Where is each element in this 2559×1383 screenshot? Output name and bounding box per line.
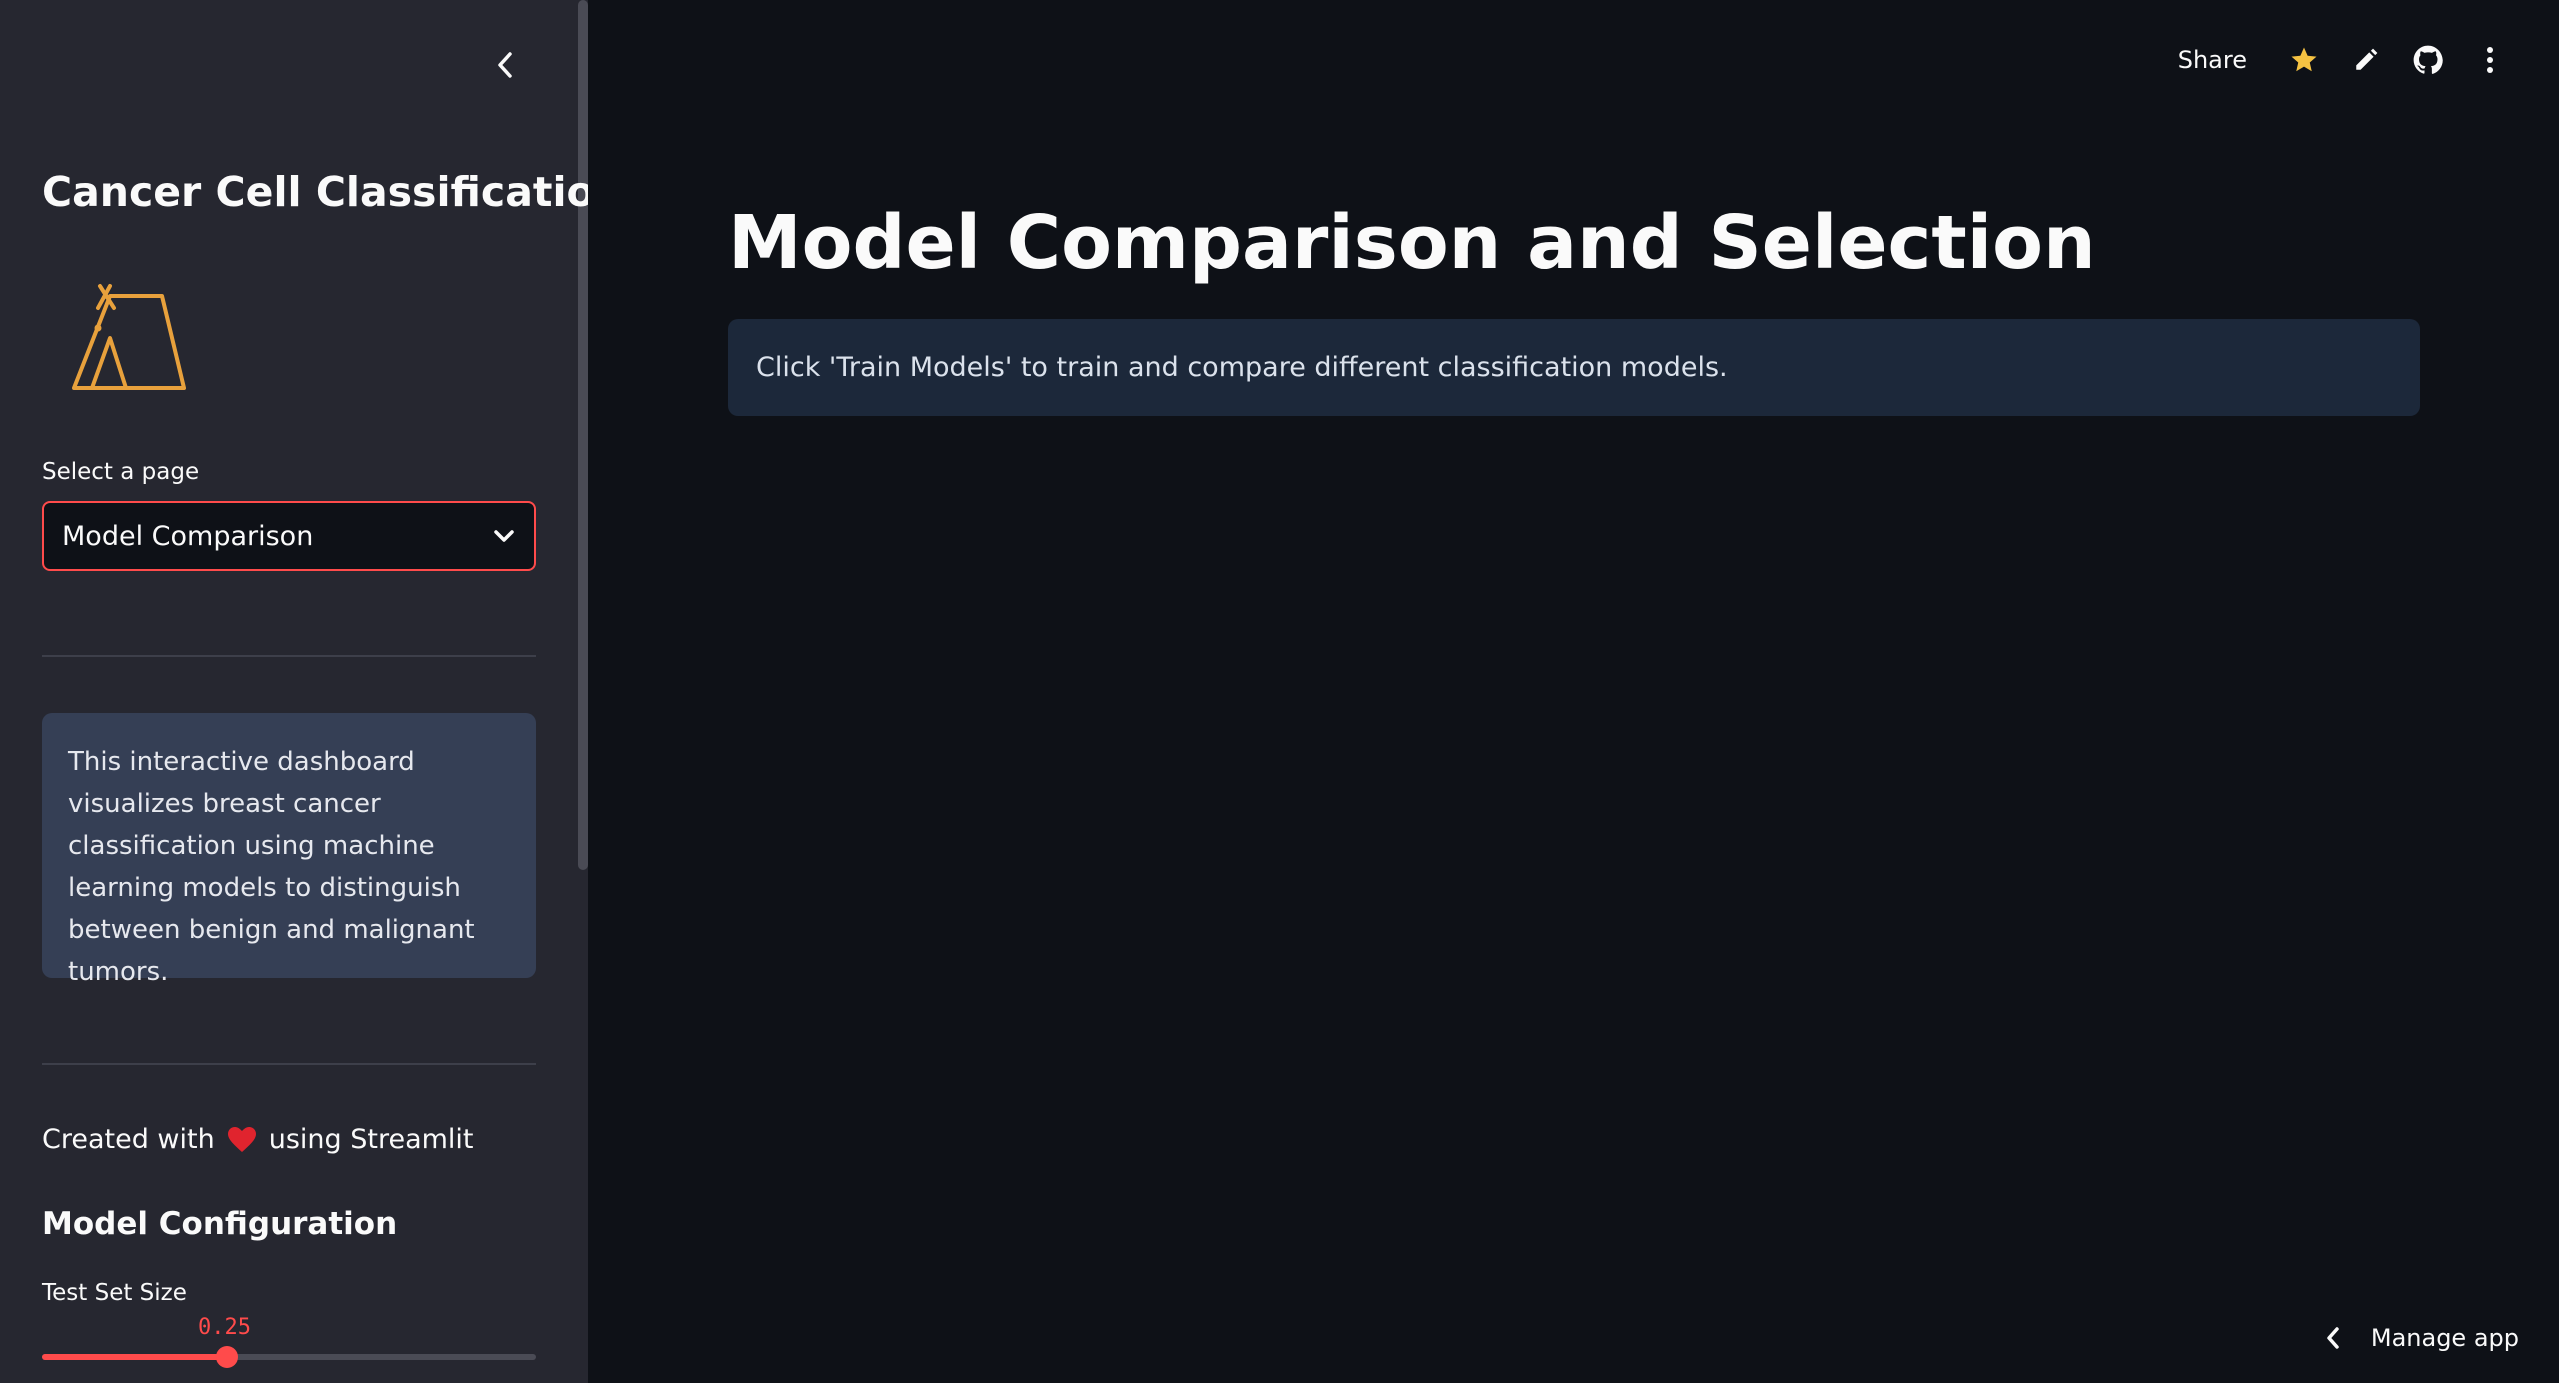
more-vertical-icon bbox=[2487, 47, 2493, 73]
collapse-sidebar-button[interactable] bbox=[480, 40, 530, 90]
header-toolbar: Share bbox=[2178, 30, 2559, 90]
sidebar-scrollbar[interactable] bbox=[578, 0, 588, 870]
sidebar-divider bbox=[42, 1063, 536, 1065]
chevron-down-icon bbox=[494, 530, 514, 542]
chevron-left-icon bbox=[498, 52, 512, 78]
sidebar-info-box: This interactive dashboard visualizes br… bbox=[42, 713, 536, 987]
sidebar-title: Cancer Cell Classification bbox=[42, 168, 588, 216]
star-button[interactable] bbox=[2281, 37, 2327, 83]
page-select[interactable]: Model Comparison bbox=[42, 501, 536, 571]
created-with-suffix: using Streamlit bbox=[268, 1124, 474, 1155]
star-icon bbox=[2291, 47, 2317, 72]
created-with-text: Created with using Streamlit bbox=[42, 1124, 474, 1155]
app-root: Cancer Cell Classification Select a page… bbox=[0, 0, 2559, 1383]
sidebar: Cancer Cell Classification Select a page… bbox=[0, 0, 588, 1383]
main-menu-button[interactable] bbox=[2467, 37, 2513, 83]
github-button[interactable] bbox=[2405, 37, 2451, 83]
chevron-left-icon bbox=[2327, 1327, 2339, 1349]
select-page-label: Select a page bbox=[42, 459, 200, 485]
slider-thumb[interactable] bbox=[216, 1346, 239, 1368]
test-set-size-slider[interactable] bbox=[42, 1346, 536, 1368]
info-alert-text: Click 'Train Models' to train and compar… bbox=[756, 352, 1728, 383]
test-set-size-value: 0.25 bbox=[198, 1315, 251, 1340]
sidebar-divider bbox=[42, 655, 536, 657]
github-icon bbox=[2413, 45, 2443, 74]
info-alert: Click 'Train Models' to train and compar… bbox=[728, 319, 2420, 416]
page-title: Model Comparison and Selection bbox=[728, 200, 2096, 286]
created-with-prefix: Created with bbox=[42, 1124, 215, 1155]
tent-logo-icon bbox=[72, 284, 186, 390]
page-select-value: Model Comparison bbox=[62, 520, 314, 552]
manage-app-label: Manage app bbox=[2370, 1324, 2519, 1352]
model-configuration-heading: Model Configuration bbox=[42, 1206, 398, 1242]
test-set-size-label: Test Set Size bbox=[42, 1280, 187, 1306]
pencil-icon bbox=[2356, 48, 2378, 70]
manage-app-button[interactable]: Manage app bbox=[2325, 1313, 2519, 1363]
heart-icon bbox=[227, 1127, 256, 1152]
share-button[interactable]: Share bbox=[2178, 46, 2247, 74]
edit-button[interactable] bbox=[2343, 37, 2389, 83]
slider-fill bbox=[42, 1354, 228, 1360]
